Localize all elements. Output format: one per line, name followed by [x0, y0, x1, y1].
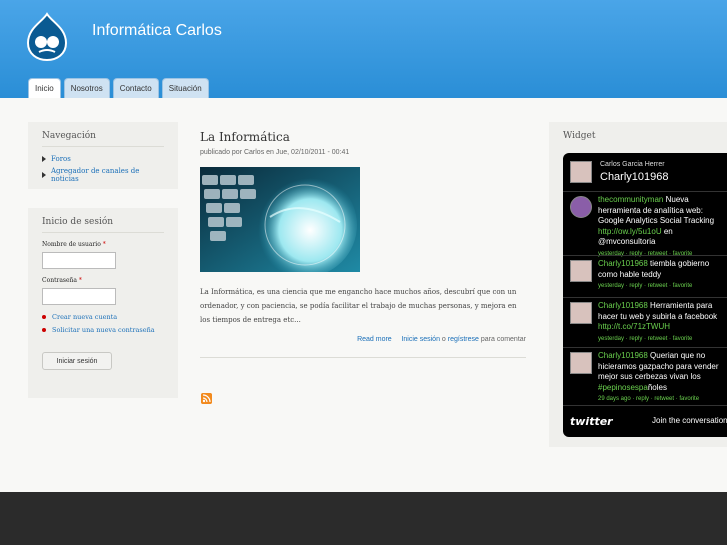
bullet-icon — [42, 328, 46, 332]
login-title: Inicio de sesión — [42, 217, 164, 233]
article-body: La Informática, es una ciencia que me en… — [200, 288, 517, 324]
tweet-meta[interactable]: yesterday · reply · retweet · favorite — [598, 336, 692, 342]
avatar[interactable] — [570, 260, 592, 282]
tweet-hashtag[interactable]: #pepinosespa — [598, 383, 648, 392]
password-field[interactable] — [42, 288, 116, 305]
create-account-link[interactable]: Crear nueva cuenta — [42, 313, 164, 321]
tab-contacto[interactable]: Contacto — [112, 78, 159, 98]
site-footer — [0, 492, 727, 545]
required-mark: * — [78, 277, 82, 284]
primary-tabs: Inicio Nosotros Contacto Situación — [28, 78, 209, 98]
login-link[interactable]: Inicie sesión — [401, 336, 440, 343]
navigation-title: Navegación — [42, 131, 164, 147]
register-link[interactable]: regístrese — [448, 336, 479, 343]
tab-inicio[interactable]: Inicio — [28, 78, 61, 98]
password-label-text: Contraseña — [42, 277, 77, 284]
tweet-user[interactable]: Charly101968 — [598, 351, 648, 360]
nav-item-foros[interactable]: Foros — [42, 155, 164, 163]
nav-item-label[interactable]: Foros — [51, 155, 71, 163]
profile-handle[interactable]: Charly101968 — [600, 171, 669, 183]
avatar[interactable] — [570, 302, 592, 324]
bullet-icon — [42, 315, 46, 319]
twitter-profile-header: Carlos Garcia Herrer Charly101968 — [570, 159, 727, 191]
tweet-text: Charly101968 Herramienta para hacer tu w… — [598, 301, 727, 344]
username-label-text: Nombre de usuario — [42, 241, 101, 248]
tab-nosotros[interactable]: Nosotros — [63, 78, 110, 98]
twitter-logo[interactable]: twitter — [570, 415, 613, 428]
avatar[interactable] — [570, 196, 592, 218]
nav-item-aggregator[interactable]: Agregador de canales de noticias — [42, 167, 164, 183]
tweet-user[interactable]: Charly101968 — [598, 259, 648, 268]
username-label: Nombre de usuario * — [42, 241, 164, 248]
profile-name[interactable]: Carlos Garcia Herrer — [600, 161, 665, 168]
tweet-meta[interactable]: 29 days ago · reply · retweet · favorite — [598, 396, 699, 402]
tweet-after: ñoles — [647, 382, 667, 392]
tweet-meta[interactable]: yesterday · reply · retweet · favorite — [598, 283, 692, 289]
tweet-text: thecommunityman Nueva herramienta de ana… — [598, 195, 727, 259]
tweet-text: Charly101968 Querian que no hicieramos g… — [598, 351, 727, 405]
login-button[interactable]: Iniciar sesión — [42, 352, 112, 370]
avatar[interactable] — [570, 352, 592, 374]
create-account-label[interactable]: Crear nueva cuenta — [52, 313, 117, 321]
or-text: o — [441, 336, 446, 343]
read-more-link[interactable]: Read more — [357, 336, 392, 343]
site-header: Informática Carlos Inicio Nosotros Conta… — [0, 0, 727, 98]
article: La Informática publicado por Carlos en J… — [200, 130, 526, 358]
navigation-block: Navegación Foros Agregador de canales de… — [28, 122, 178, 189]
twitter-widget-footer: twitter Join the conversation — [563, 405, 727, 437]
tweet-item: Charly101968 Herramienta para hacer tu w… — [563, 297, 727, 347]
tweet-item: thecommunityman Nueva herramienta de ana… — [563, 191, 727, 257]
tweet-user[interactable]: Charly101968 — [598, 301, 648, 310]
username-field[interactable] — [42, 252, 116, 269]
tweet-link[interactable]: http://ow.ly/5u1oU — [598, 227, 662, 236]
comment-text: para comentar — [480, 336, 526, 343]
article-submitted: publicado por Carlos en Jue, 02/10/2011 … — [200, 149, 350, 156]
tweet-user[interactable]: thecommunityman — [598, 195, 663, 204]
tweet-item: Charly101968 tiembla gobierno como hable… — [563, 255, 727, 297]
bullet-arrow-icon — [42, 156, 46, 162]
article-title[interactable]: La Informática — [200, 130, 526, 144]
article-divider — [200, 357, 526, 358]
password-label: Contraseña * — [42, 277, 164, 284]
request-password-label[interactable]: Solicitar una nueva contraseña — [52, 326, 155, 334]
tweet-item: Charly101968 Querian que no hicieramos g… — [563, 347, 727, 405]
rss-icon[interactable] — [201, 393, 212, 404]
drupal-logo-icon[interactable] — [24, 12, 70, 62]
twitter-widget: Carlos Garcia Herrer Charly101968 thecom… — [563, 153, 727, 437]
request-password-link[interactable]: Solicitar una nueva contraseña — [42, 326, 164, 334]
nav-item-label[interactable]: Agregador de canales de noticias — [51, 167, 164, 183]
site-name[interactable]: Informática Carlos — [92, 22, 222, 40]
tweet-text: Charly101968 tiembla gobierno como hable… — [598, 259, 727, 292]
avatar[interactable] — [570, 161, 592, 183]
bullet-arrow-icon — [42, 172, 46, 178]
article-links: Read more Inicie sesión o regístrese par… — [200, 336, 526, 343]
tab-situacion[interactable]: Situación — [161, 78, 209, 98]
article-image — [200, 167, 360, 272]
login-block: Inicio de sesión Nombre de usuario * Con… — [28, 208, 178, 398]
required-mark: * — [102, 241, 106, 248]
widget-title: Widget — [563, 131, 596, 141]
tweet-link[interactable]: http://t.co/71zTWUH — [598, 322, 670, 331]
join-conversation-link[interactable]: Join the conversation — [652, 416, 727, 425]
